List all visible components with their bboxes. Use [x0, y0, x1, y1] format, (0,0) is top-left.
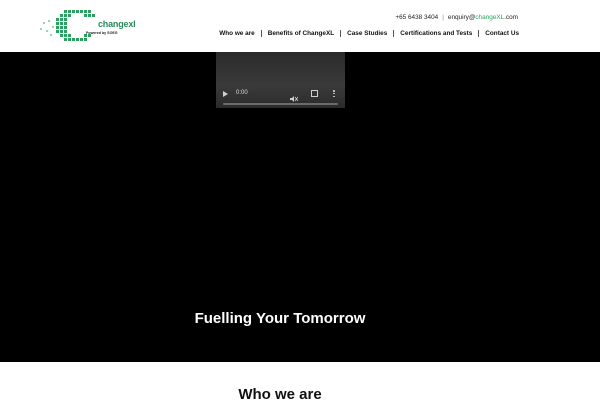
more-options-icon[interactable]	[333, 90, 335, 98]
section-title-who-we-are: Who we are	[238, 386, 322, 400]
video-progress-bar[interactable]	[223, 103, 338, 105]
nav-divider	[340, 30, 342, 37]
logo-tagline: Powered by SOEG	[86, 31, 118, 35]
video-player[interactable]: 0:00	[216, 52, 345, 108]
site-header: changexl Powered by SOEG +65 6438 3404 | e…	[0, 0, 600, 52]
mute-icon[interactable]	[290, 90, 299, 102]
email-domain: changeXL	[475, 14, 505, 21]
nav-divider	[260, 30, 262, 37]
hero-section: 0:00 Fuelling Your Tomorrow	[0, 52, 600, 362]
logo-brand-suffix: xl	[128, 19, 136, 29]
contact-separator: |	[442, 14, 444, 21]
email-suffix: .com	[504, 14, 518, 21]
contact-info: +65 6438 3404 | enquiry@changeXL.com	[395, 14, 518, 21]
changexl-logo[interactable]: changexl Powered by SOEG	[40, 8, 140, 44]
logo-dots-icon	[40, 10, 95, 41]
video-controls: 0:00	[216, 86, 345, 108]
nav-item-contact-us[interactable]: Contact Us	[485, 30, 519, 37]
fullscreen-icon[interactable]	[311, 90, 318, 97]
play-icon[interactable]	[223, 91, 228, 97]
hero-tagline: Fuelling Your Tomorrow	[194, 310, 366, 327]
nav-divider	[478, 30, 480, 37]
logo-brand-text: change	[98, 19, 129, 29]
main-nav: Who we are Benefits of ChangeXL Case Stu…	[219, 30, 519, 37]
email-link[interactable]: enquiry@changeXL.com	[448, 14, 518, 21]
nav-item-case-studies[interactable]: Case Studies	[347, 30, 387, 37]
nav-divider	[393, 30, 395, 37]
nav-item-certifications[interactable]: Certifications and Tests	[400, 30, 472, 37]
nav-item-who-we-are[interactable]: Who we are	[219, 30, 255, 37]
phone-link[interactable]: +65 6438 3404	[395, 14, 438, 21]
logo-wordmark: changexl	[98, 19, 136, 29]
video-time: 0:00	[236, 90, 248, 96]
nav-item-benefits[interactable]: Benefits of ChangeXL	[268, 30, 334, 37]
email-prefix: enquiry@	[447, 14, 476, 21]
